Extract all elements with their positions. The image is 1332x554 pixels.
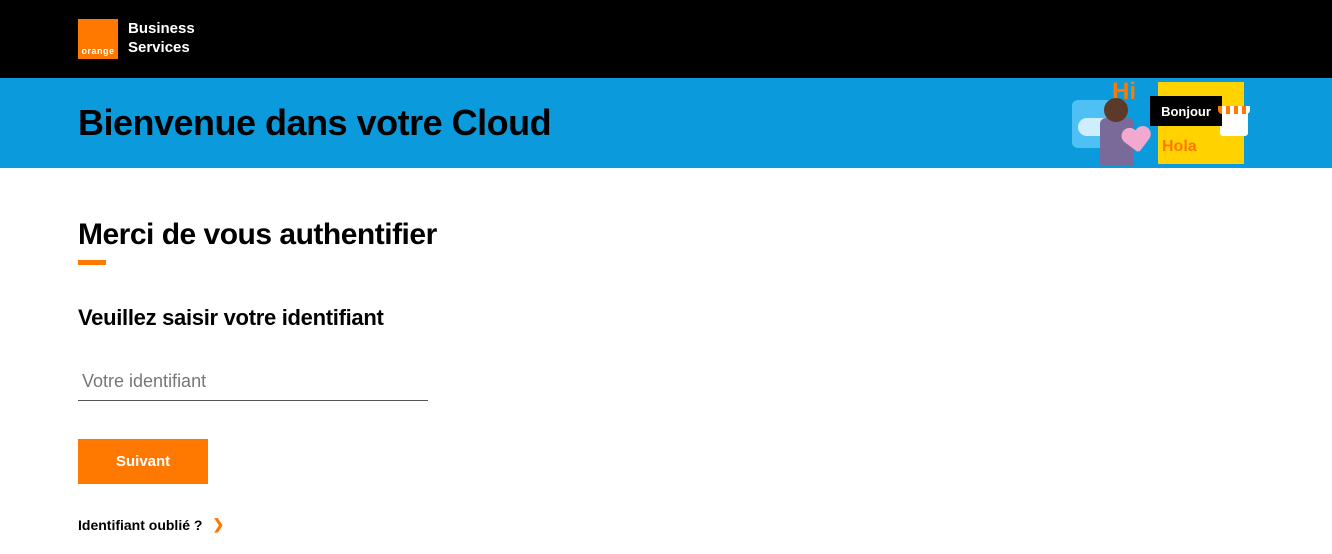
- chevron-right-icon: ❯: [212, 516, 224, 533]
- hola-text: Hola: [1162, 138, 1197, 156]
- brand-line1: Business: [128, 20, 195, 39]
- forgot-identifier-link[interactable]: Identifiant oublié ?: [78, 517, 202, 533]
- heart-icon: [1122, 128, 1150, 154]
- brand-logo[interactable]: orange Business Services: [78, 19, 195, 59]
- top-header: orange Business Services: [0, 0, 1332, 78]
- welcome-banner: Bienvenue dans votre Cloud Hi Bonjour Ho…: [0, 78, 1332, 168]
- orange-logo-square: orange: [78, 19, 118, 59]
- person-head-icon: [1104, 98, 1128, 122]
- forgot-row[interactable]: Identifiant oublié ? ❯: [78, 516, 1254, 533]
- next-button[interactable]: Suivant: [78, 439, 208, 484]
- brand-line2: Services: [128, 39, 195, 58]
- bonjour-badge: Bonjour: [1150, 96, 1222, 126]
- store-awning-icon: [1218, 106, 1250, 114]
- auth-main: Merci de vous authentifier Veuillez sais…: [0, 168, 1332, 533]
- identifier-label: Veuillez saisir votre identifiant: [78, 305, 1254, 331]
- welcome-title: Bienvenue dans votre Cloud: [78, 102, 551, 144]
- auth-title: Merci de vous authentifier: [78, 218, 1254, 252]
- banner-illustration: Hi Bonjour Hola: [1072, 78, 1272, 168]
- brand-text: Business Services: [128, 20, 195, 58]
- orange-logo-text: orange: [81, 46, 114, 56]
- title-underline: [78, 260, 106, 265]
- identifier-input[interactable]: [78, 363, 428, 401]
